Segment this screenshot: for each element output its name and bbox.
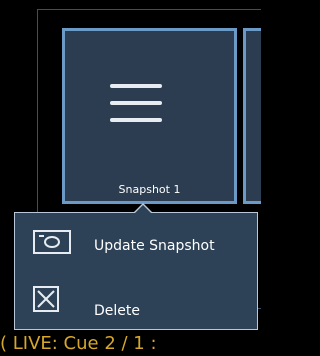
update-snapshot-label: Update Snapshot — [94, 238, 215, 254]
hamburger-menu-icon — [110, 84, 162, 122]
context-menu-pointer-fill — [135, 205, 151, 213]
update-snapshot-menu-item[interactable]: Update Snapshot — [14, 222, 258, 274]
next-snapshot-tile[interactable] — [243, 28, 261, 204]
close-box-icon — [33, 286, 59, 312]
snapshot-tile-label: Snapshot 1 — [118, 183, 181, 196]
snapshot-screen: Snapshot 1 Update Snapshot Delete ( LIVE… — [0, 0, 261, 356]
delete-menu-item[interactable]: Delete — [14, 286, 258, 338]
live-cue-status: ( LIVE: Cue 2 / 1 : — [0, 333, 157, 354]
delete-label: Delete — [94, 303, 140, 319]
camera-icon — [33, 230, 71, 254]
